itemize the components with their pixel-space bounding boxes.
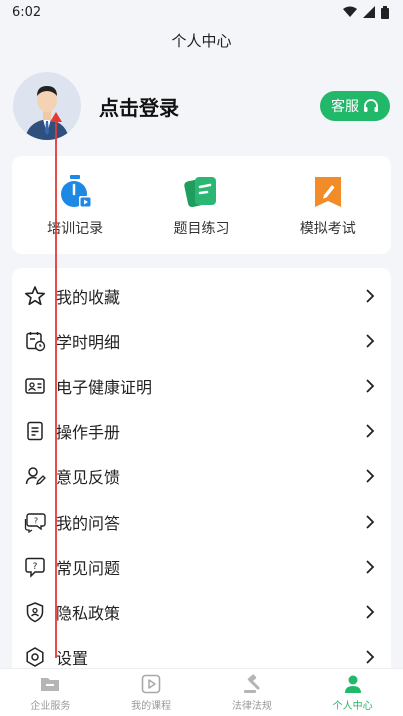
quick-training-records[interactable]: 培训记录 xyxy=(12,156,138,254)
quick-practice[interactable]: 题目练习 xyxy=(138,156,264,254)
chevron-right-icon xyxy=(366,379,375,393)
calendar-clock-icon xyxy=(26,331,46,351)
manual-icon xyxy=(27,421,43,441)
play-icon xyxy=(141,674,161,694)
menu-item-manual[interactable]: 操作手册 xyxy=(12,409,391,454)
id-card-icon xyxy=(25,378,45,394)
quick-label: 题目练习 xyxy=(173,221,230,237)
battery-icon xyxy=(381,5,389,19)
menu-label: 隐私政策 xyxy=(56,603,121,623)
menu-label: 常见问题 xyxy=(56,558,121,578)
menu-label: 电子健康证明 xyxy=(56,377,153,397)
feedback-icon xyxy=(25,467,46,486)
menu-item-my-qa[interactable]: ? 我的问答 xyxy=(12,499,391,544)
svg-text:?: ? xyxy=(33,562,38,572)
menu-item-faq[interactable]: ? 常见问题 xyxy=(12,544,391,589)
person-icon xyxy=(344,675,361,693)
stopwatch-icon xyxy=(61,175,93,208)
menu-item-privacy[interactable]: 隐私政策 xyxy=(12,589,391,634)
login-link[interactable]: 点击登录 xyxy=(99,92,179,121)
chevron-right-icon xyxy=(366,334,375,348)
chevron-right-icon xyxy=(366,469,375,483)
page-title: 个人中心 xyxy=(171,32,232,50)
tab-label: 个人中心 xyxy=(332,701,373,712)
star-icon xyxy=(25,285,45,305)
menu-item-health-certificate[interactable]: 电子健康证明 xyxy=(12,363,391,408)
quick-actions-card: 培训记录 题目练习 模拟考试 xyxy=(12,156,391,254)
chevron-right-icon xyxy=(366,560,375,574)
practice-icon xyxy=(184,177,217,208)
gavel-icon xyxy=(243,674,260,693)
tab-my-courses[interactable]: 我的课程 xyxy=(101,669,202,716)
exam-icon xyxy=(314,177,341,207)
avatar[interactable] xyxy=(13,72,81,140)
annotation-line xyxy=(55,118,57,658)
chevron-right-icon xyxy=(366,650,375,664)
tab-label: 法律法规 xyxy=(231,701,272,712)
status-time: 6:02 xyxy=(12,4,42,20)
menu-label: 学时明细 xyxy=(56,332,121,352)
chevron-right-icon xyxy=(366,605,375,619)
status-icons xyxy=(343,5,389,19)
menu-label: 我的问答 xyxy=(56,513,121,533)
gear-icon xyxy=(26,647,44,667)
menu-label: 我的收藏 xyxy=(56,287,121,307)
menu-item-favorites[interactable]: 我的收藏 xyxy=(12,273,391,318)
tab-enterprise-services[interactable]: 企业服务 xyxy=(0,669,101,716)
svg-text:?: ? xyxy=(34,516,38,525)
quick-mock-exam[interactable]: 模拟考试 xyxy=(265,156,391,254)
quick-label: 模拟考试 xyxy=(299,221,356,237)
menu-label: 设置 xyxy=(56,649,89,669)
annotation-arrowhead xyxy=(50,112,62,122)
tab-laws-regulations[interactable]: 法律法规 xyxy=(202,669,303,716)
chevron-right-icon xyxy=(366,288,375,303)
chevron-right-icon xyxy=(366,424,375,438)
headset-icon xyxy=(364,99,378,112)
wifi-icon xyxy=(343,6,357,17)
chevron-right-icon xyxy=(366,514,375,529)
tab-label: 企业服务 xyxy=(30,701,71,712)
menu-item-study-hours[interactable]: 学时明细 xyxy=(12,318,391,363)
menu-label: 操作手册 xyxy=(56,423,121,443)
status-bar: 6:02 xyxy=(0,0,403,24)
faq-icon: ? xyxy=(25,557,45,578)
menu-item-feedback[interactable]: 意见反馈 xyxy=(12,454,391,499)
signal-icon xyxy=(363,6,375,18)
tab-personal-center[interactable]: 个人中心 xyxy=(302,669,403,716)
qa-icon: ? xyxy=(24,512,46,533)
bottom-tab-bar: 企业服务 我的课程 法律法规 个人中心 xyxy=(0,668,403,716)
customer-service-button[interactable]: 客服 xyxy=(320,91,390,121)
folder-icon xyxy=(41,678,60,691)
menu-label: 意见反馈 xyxy=(56,468,121,488)
tab-label: 我的课程 xyxy=(131,701,172,712)
service-label: 客服 xyxy=(331,99,359,115)
menu-list: 我的收藏 学时明细 电子健康证明 操作手册 意见反馈 ? 我的问答 ? 常见问题… xyxy=(12,268,391,688)
shield-icon xyxy=(26,602,44,623)
